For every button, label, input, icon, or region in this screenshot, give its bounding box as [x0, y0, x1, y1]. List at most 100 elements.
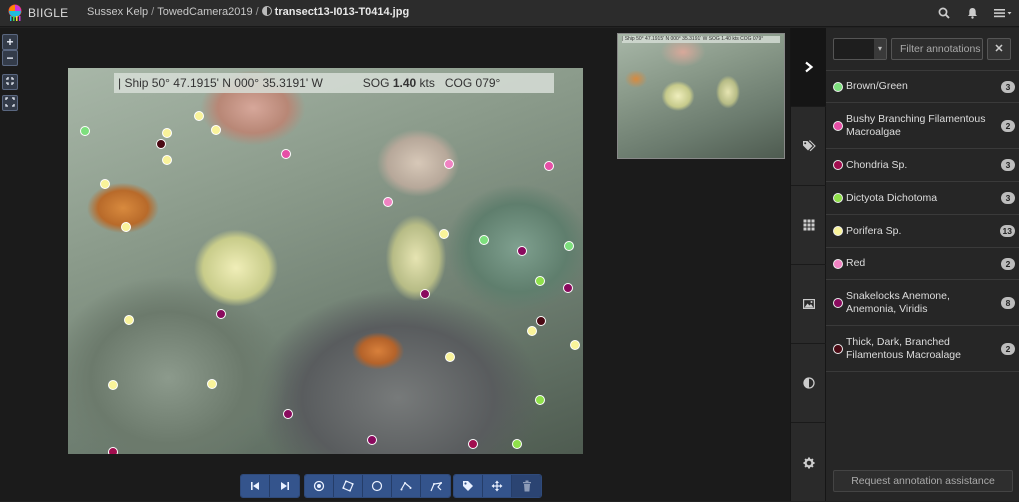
- label-count-badge: 3: [1001, 159, 1015, 171]
- filter-annotations-input[interactable]: [891, 38, 983, 60]
- breadcrumb-project[interactable]: Sussex Kelp: [87, 6, 148, 18]
- label-list-item[interactable]: Brown/Green 3: [826, 71, 1019, 103]
- picture-icon: [802, 299, 815, 309]
- zoom-out-button[interactable]: −: [2, 50, 18, 66]
- annotation-point[interactable]: [563, 283, 573, 293]
- zoom-in-button[interactable]: +: [2, 34, 18, 50]
- annotation-point[interactable]: [383, 197, 393, 207]
- tab-image-labels[interactable]: [791, 265, 826, 344]
- tab-settings[interactable]: [791, 423, 826, 502]
- annotation-point[interactable]: [283, 409, 293, 419]
- annotation-point[interactable]: [124, 315, 134, 325]
- annotation-point[interactable]: [535, 395, 545, 405]
- delete-annotation-button[interactable]: [512, 475, 541, 497]
- request-annotation-assistance-button[interactable]: Request annotation assistance: [833, 470, 1013, 492]
- annotation-point[interactable]: [444, 159, 454, 169]
- annotation-point[interactable]: [281, 149, 291, 159]
- label-list-item[interactable]: Thick, Dark, Branched Filamentous Macroa…: [826, 326, 1019, 372]
- annotation-point[interactable]: [527, 326, 537, 336]
- annotation-point[interactable]: [367, 435, 377, 445]
- attach-label-button[interactable]: [454, 475, 483, 497]
- annotation-point[interactable]: [479, 235, 489, 245]
- annotation-point[interactable]: [517, 246, 527, 256]
- annotation-point[interactable]: [535, 276, 545, 286]
- tab-labels[interactable]: [791, 107, 826, 186]
- label-name: Snakelocks Anemone, Anemonia, Viridis: [846, 289, 950, 315]
- annotation-point[interactable]: [544, 161, 554, 171]
- draw-polygon-button[interactable]: [421, 475, 450, 497]
- filter-row: ▾ ✕: [833, 38, 1011, 60]
- draw-linestring-button[interactable]: [392, 475, 421, 497]
- image-position-overlay: | Ship 50° 47.1915' N 000° 35.3191' W SO…: [114, 73, 554, 93]
- annotation-point[interactable]: [570, 340, 580, 350]
- draw-point-button[interactable]: [305, 475, 334, 497]
- label-name: Chondria Sp.: [846, 158, 908, 171]
- tab-annotations[interactable]: [791, 186, 826, 265]
- annotation-point[interactable]: [162, 155, 172, 165]
- label-name: Porifera Sp.: [846, 224, 902, 237]
- annotations-panel: ▾ ✕ Brown/Green 3 Bushy Branching Filament…: [826, 28, 1019, 501]
- label-name: Red: [846, 257, 866, 269]
- navigation-toolbar: [240, 474, 300, 498]
- minimap[interactable]: | Ship 50° 47.1915' N 000° 35.3191' W SO…: [617, 33, 785, 159]
- brand-name[interactable]: BIIGLE: [28, 6, 68, 20]
- biigle-logo-icon[interactable]: [7, 4, 23, 22]
- sidebar-tabs: [790, 28, 826, 501]
- shrink-icon: [6, 77, 14, 85]
- annotation-point[interactable]: [512, 439, 522, 449]
- label-color-swatch: [833, 258, 843, 269]
- label-color-swatch: [833, 297, 843, 308]
- label-name: Bushy Branching Filamentous Macroalgae: [846, 112, 986, 138]
- annotation-point[interactable]: [108, 380, 118, 390]
- image-progress-icon: [261, 6, 272, 16]
- annotation-point[interactable]: [100, 179, 110, 189]
- annotation-point[interactable]: [121, 222, 131, 232]
- previous-image-button[interactable]: [241, 475, 270, 497]
- annotation-point[interactable]: [564, 241, 574, 251]
- zoom-to-original-button[interactable]: [2, 74, 18, 90]
- annotation-point[interactable]: [156, 139, 166, 149]
- annotation-point[interactable]: [216, 309, 226, 319]
- annotation-point[interactable]: [420, 289, 430, 299]
- filter-type-select[interactable]: ▾: [833, 38, 887, 60]
- label-list-item[interactable]: Porifera Sp. 13: [826, 215, 1019, 248]
- breadcrumb-volume[interactable]: TowedCamera2019: [157, 6, 252, 18]
- move-annotation-button[interactable]: [483, 475, 512, 497]
- draw-circle-button[interactable]: [363, 475, 392, 497]
- label-list-item[interactable]: Bushy Branching Filamentous Macroalgae 2: [826, 103, 1019, 149]
- next-image-button[interactable]: [270, 475, 299, 497]
- annotation-point[interactable]: [108, 447, 118, 454]
- annotation-point[interactable]: [445, 352, 455, 362]
- annotation-point[interactable]: [162, 128, 172, 138]
- annotation-point[interactable]: [194, 111, 204, 121]
- label-list-item[interactable]: Dictyota Dichotoma 3: [826, 182, 1019, 215]
- seafloor-image[interactable]: | Ship 50° 47.1915' N 000° 35.3191' W SO…: [68, 68, 583, 454]
- tab-color-adjustment[interactable]: [791, 344, 826, 423]
- tag-icon: [463, 481, 473, 491]
- annotation-point[interactable]: [439, 229, 449, 239]
- step-backward-icon: [251, 482, 259, 490]
- search-icon[interactable]: [935, 4, 953, 22]
- annotation-point[interactable]: [211, 125, 221, 135]
- label-list-item[interactable]: Red 2: [826, 248, 1019, 280]
- annotation-point[interactable]: [207, 379, 217, 389]
- chevron-right-icon: [804, 61, 813, 73]
- annotation-point[interactable]: [80, 126, 90, 136]
- label-list-item[interactable]: Snakelocks Anemone, Anemonia, Viridis 8: [826, 280, 1019, 326]
- notifications-bell-icon[interactable]: [963, 4, 981, 22]
- circle-icon: [371, 480, 383, 492]
- label-list: Brown/Green 3 Bushy Branching Filamentous …: [826, 70, 1019, 372]
- label-color-swatch: [833, 160, 843, 170]
- draw-rectangle-button[interactable]: [334, 475, 363, 497]
- zoom-to-extent-button[interactable]: [2, 95, 18, 111]
- menu-icon[interactable]: [992, 4, 1016, 22]
- annotation-point[interactable]: [536, 316, 546, 326]
- annotation-point[interactable]: [468, 439, 478, 449]
- label-color-swatch: [833, 193, 843, 203]
- label-list-item[interactable]: Chondria Sp. 3: [826, 149, 1019, 182]
- clear-filter-button[interactable]: ✕: [987, 38, 1011, 60]
- linestring-icon: [400, 482, 412, 491]
- annotation-canvas[interactable]: + − | Ship 50° 47.1915' N 000° 35.3191' …: [0, 28, 790, 501]
- collapse-sidebar-tab[interactable]: [791, 28, 826, 107]
- top-navbar: BIIGLE Sussex Kelp / TowedCamera2019/trans…: [0, 0, 1019, 27]
